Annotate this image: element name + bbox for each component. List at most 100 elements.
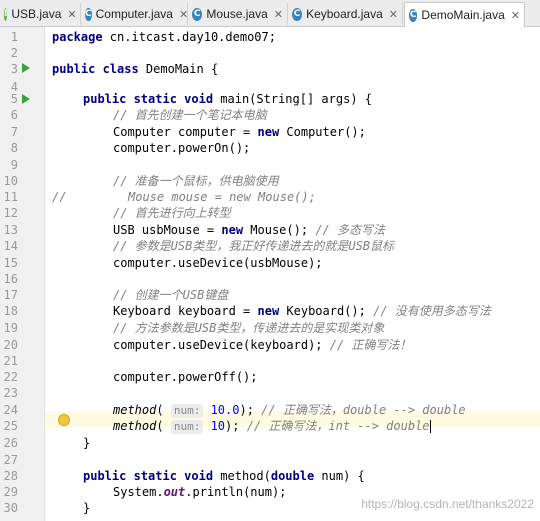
class-icon: C: [292, 7, 303, 21]
code-text: USB usbMouse =: [113, 223, 222, 237]
run-main-icon[interactable]: [22, 94, 30, 104]
parameter-hint: num:: [170, 404, 204, 418]
keyword: public class: [52, 62, 139, 76]
close-icon[interactable]: ✕: [389, 8, 398, 21]
method-call: method: [113, 419, 157, 433]
class-icon: C: [192, 7, 203, 21]
keyword: new: [257, 125, 280, 139]
close-icon[interactable]: ✕: [274, 8, 283, 21]
code-comment: //: [52, 190, 67, 204]
code-comment: Mouse mouse = new Mouse();: [128, 190, 316, 204]
line-number: 12: [3, 206, 18, 220]
code-comment: // 首先进行向上转型: [113, 206, 231, 220]
number-literal: 10.0: [210, 403, 240, 417]
line-number: 13: [3, 223, 18, 237]
line-number: 22: [3, 370, 18, 384]
line-number: 9: [10, 158, 18, 172]
code-line: System.out.println(num);: [113, 484, 286, 500]
code-text: System.: [113, 485, 164, 499]
tab-usb-java[interactable]: I USB.java ✕: [0, 3, 81, 25]
code-text: Computer();: [279, 125, 366, 139]
watermark: https://blog.csdn.net/thanks2022: [361, 497, 534, 511]
static-field: out: [163, 485, 186, 499]
code-line: package cn.itcast.day10.demo07;: [52, 29, 276, 45]
line-number: 11: [3, 190, 18, 204]
interface-icon: I: [4, 7, 8, 21]
line-number: 25: [3, 419, 18, 433]
line-number: 14: [3, 239, 18, 253]
line-number: 3: [10, 62, 18, 76]
line-number: 1: [10, 30, 18, 44]
tab-mouse-java[interactable]: C Mouse.java ✕: [188, 3, 288, 25]
line-number: 15: [3, 256, 18, 270]
close-icon[interactable]: ✕: [179, 8, 188, 21]
code-comment: // 多态写法: [315, 223, 385, 237]
keyword: public static void: [83, 92, 214, 106]
line-number: 18: [3, 304, 18, 318]
line-number: 16: [3, 272, 18, 286]
line-number: 27: [3, 453, 18, 467]
code-editor[interactable]: package cn.itcast.day10.demo07; public c…: [45, 27, 540, 521]
code-text: num) {: [314, 469, 365, 483]
tab-keyboard-java[interactable]: C Keyboard.java ✕: [288, 3, 403, 25]
line-number: 30: [3, 501, 18, 515]
code-line: Keyboard keyboard = new Keyboard(); // 没…: [113, 303, 491, 319]
code-line: public static void main(String[] args) {: [83, 91, 372, 107]
tab-label: Mouse.java: [206, 7, 268, 21]
line-number: 5: [10, 92, 18, 106]
code-line: Computer computer = new Computer();: [113, 124, 366, 140]
code-text: .println(num);: [185, 485, 287, 499]
tab-demomain-java[interactable]: C DemoMain.java ✕: [404, 2, 525, 27]
code-text: method(: [213, 469, 271, 483]
code-line: computer.powerOn();: [113, 141, 251, 155]
parameter-hint: num:: [170, 420, 204, 434]
code-line: method( num: 10.0); // 正确写法，double --> d…: [113, 402, 466, 418]
code-text: cn.itcast.day10.demo07;: [102, 30, 276, 44]
line-number-gutter: 1 2 3 4 5 6 7 8 9 10 11 12 13 14 15 16 1…: [0, 27, 45, 521]
code-text: Keyboard keyboard =: [113, 304, 258, 318]
line-number: 28: [3, 469, 18, 483]
code-comment: // 首先创建一个笔记本电脑: [113, 108, 267, 122]
number-literal: 10: [210, 419, 226, 433]
code-comment: // 没有使用多态写法: [373, 304, 491, 318]
editor-tab-bar: I USB.java ✕ C Computer.java ✕ C Mouse.j…: [0, 0, 540, 27]
code-text: Keyboard();: [279, 304, 374, 318]
tab-computer-java[interactable]: C Computer.java ✕: [81, 3, 188, 25]
code-line: method( num: 10); // 正确写法，int --> double: [113, 418, 431, 434]
code-text: Computer computer =: [113, 125, 258, 139]
code-text: );: [225, 419, 247, 433]
line-number: 7: [10, 125, 18, 139]
line-number: 19: [3, 321, 18, 335]
keyword: public static void: [83, 469, 214, 483]
code-text: DemoMain {: [138, 62, 219, 76]
code-text: (: [156, 403, 164, 417]
code-comment: // 正确写法，double --> double: [261, 403, 466, 417]
run-class-icon[interactable]: [22, 63, 30, 73]
line-number: 23: [3, 386, 18, 400]
tab-label: Keyboard.java: [306, 7, 383, 21]
tab-label: Computer.java: [95, 7, 173, 21]
code-comment: // 准备一个鼠标，供电脑使用: [113, 174, 279, 188]
close-icon[interactable]: ✕: [67, 8, 76, 21]
code-line: USB usbMouse = new Mouse(); // 多态写法: [113, 222, 385, 238]
code-comment: // 正确写法，int --> double: [246, 419, 430, 433]
line-number: 6: [10, 108, 18, 122]
line-number: 29: [3, 485, 18, 499]
code-comment: // 方法参数是USB类型，传递进去的是实现类对象: [113, 321, 385, 335]
keyword: new: [221, 223, 244, 237]
line-number: 26: [3, 436, 18, 450]
code-text: Mouse();: [243, 223, 316, 237]
code-line: public static void method(double num) {: [83, 468, 365, 484]
close-icon[interactable]: ✕: [511, 9, 520, 22]
code-line: computer.useDevice(usbMouse);: [113, 256, 323, 270]
code-line: computer.useDevice(keyboard); // 正确写法！: [113, 337, 411, 353]
keyword: new: [257, 304, 280, 318]
class-icon: C: [409, 8, 418, 22]
line-number: 24: [3, 403, 18, 417]
tab-label: USB.java: [11, 7, 62, 21]
code-line: public class DemoMain {: [52, 61, 218, 77]
keyword: double: [270, 469, 315, 483]
line-number: 17: [3, 288, 18, 302]
code-text: (: [156, 419, 164, 433]
code-comment: // 正确写法！: [329, 338, 412, 352]
